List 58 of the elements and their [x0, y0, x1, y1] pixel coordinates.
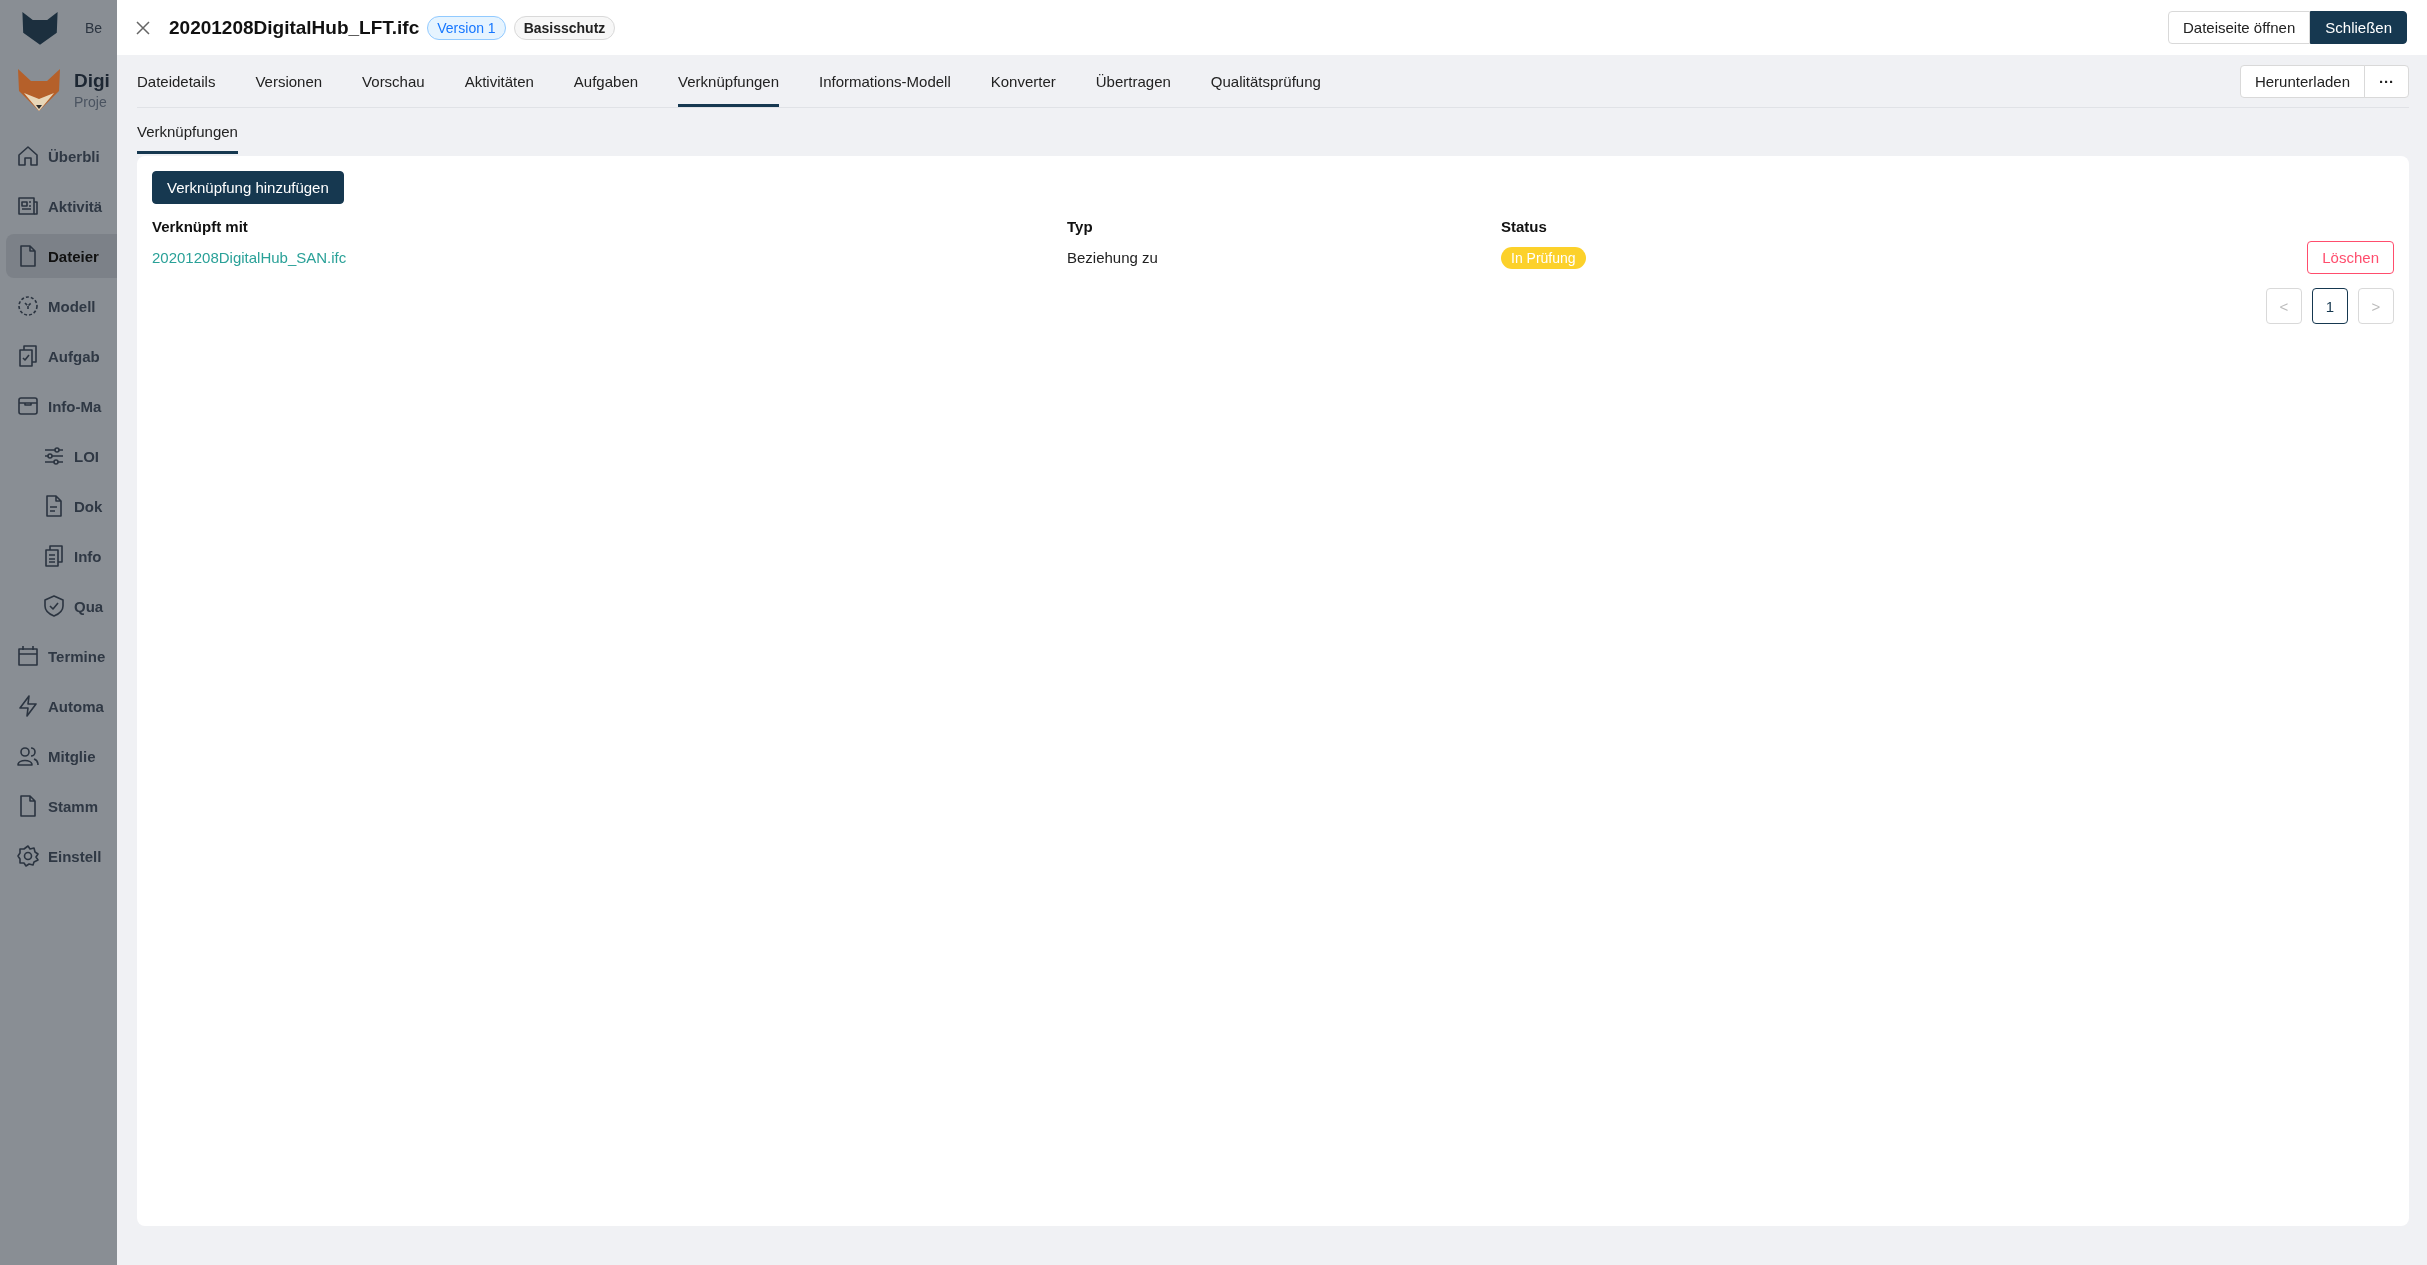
home-icon — [16, 144, 40, 168]
sidebar-item[interactable]: Info-Ma — [6, 384, 117, 428]
sidebar-item[interactable]: Aktivitä — [6, 184, 117, 228]
status-badge: In Prüfung — [1501, 246, 1586, 269]
sidebar-item[interactable]: Automa — [6, 684, 117, 728]
download-button[interactable]: Herunterladen — [2239, 64, 2365, 98]
tasks-icon — [42, 544, 66, 568]
tab[interactable]: Konverter — [990, 55, 1056, 107]
file-link[interactable]: 20201208DigitalHub_SAN.ifc — [152, 249, 347, 266]
sidebar-subitem[interactable]: Dok — [6, 484, 117, 528]
sidebar-subitem[interactable]: LOI — [6, 434, 117, 478]
tasks-icon — [16, 344, 40, 368]
tab[interactable]: Versionen — [255, 55, 323, 107]
tab[interactable]: Aufgaben — [573, 55, 639, 107]
sidebar-item[interactable]: Termine — [6, 634, 117, 678]
bolt-icon — [16, 694, 40, 718]
more-button[interactable]: ··· — [2364, 64, 2409, 98]
open-page-button[interactable]: Dateiseite öffnen — [2168, 11, 2311, 44]
news-icon — [16, 194, 40, 218]
delete-button[interactable]: Löschen — [2307, 241, 2394, 274]
sidebar-item[interactable]: Einstell — [6, 834, 117, 878]
tab[interactable]: Dateidetails — [137, 55, 216, 107]
tab[interactable]: Aktivitäten — [464, 55, 534, 107]
sliders-icon — [42, 444, 66, 468]
calendar-icon — [16, 644, 40, 668]
column-header: Status — [1501, 218, 1548, 235]
tab[interactable]: Qualitätsprüfung — [1210, 55, 1321, 107]
tab[interactable]: Informations-Modell — [819, 55, 951, 107]
close-icon[interactable] — [135, 19, 151, 36]
sidebar-item[interactable]: Aufgab — [6, 334, 117, 378]
page-button[interactable]: 1 — [2312, 288, 2348, 324]
file-title: 20201208DigitalHub_LFT.ifc — [169, 16, 420, 39]
sidebar-item[interactable]: Stamm — [6, 784, 117, 828]
sidebar-subitem[interactable]: Qua — [6, 584, 117, 628]
shield-icon — [42, 594, 66, 618]
sidebar-item[interactable]: Modell — [6, 284, 117, 328]
sidebar-item[interactable]: Mitglie — [6, 734, 117, 778]
protection-badge: Basisschutz — [513, 15, 616, 40]
sidebar-subitem[interactable]: Info — [6, 534, 117, 578]
gear-icon — [16, 844, 40, 868]
project-subtitle: Proje — [74, 94, 108, 110]
users-icon — [16, 744, 40, 768]
table-cell-text: Beziehung zu — [1067, 249, 1159, 266]
close-button[interactable]: Schließen — [2310, 11, 2407, 44]
column-header: Typ — [1067, 218, 1094, 235]
version-badge: Version 1 — [427, 15, 506, 40]
add-link-button[interactable]: Verknüpfung hinzufügen — [152, 171, 344, 204]
inbox-icon — [16, 394, 40, 418]
project-name: Digi — [74, 70, 110, 92]
tab[interactable]: Vorschau — [362, 55, 425, 107]
tab[interactable]: Verknüpfungen — [678, 55, 779, 107]
fox-logo-icon — [20, 9, 60, 46]
tab[interactable]: Übertragen — [1095, 55, 1171, 107]
model-icon — [16, 294, 40, 318]
column-header: Verknüpft mit — [152, 218, 249, 235]
sidebar-item[interactable]: Dateier — [6, 234, 117, 278]
header-text: Be — [85, 19, 103, 36]
sidebar-item[interactable]: Überbli — [6, 134, 117, 178]
